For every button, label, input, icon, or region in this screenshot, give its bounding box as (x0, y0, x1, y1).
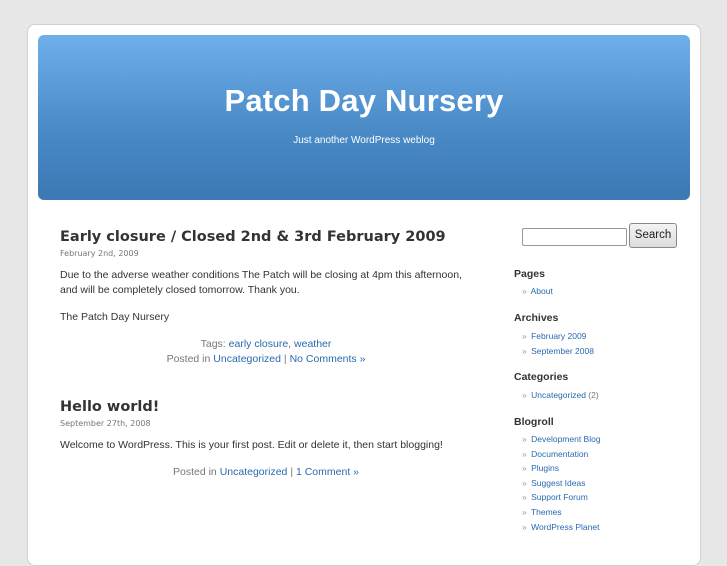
bullet: » (522, 506, 527, 517)
category-link[interactable]: Uncategorized (220, 466, 288, 478)
meta-separator: | (281, 353, 290, 365)
list-item: » Themes (522, 505, 601, 520)
post-tags: Tags: early closure, weather (60, 337, 472, 352)
list-item: » Uncategorized (2) (522, 388, 599, 403)
blogroll-link[interactable]: Plugins (531, 463, 559, 473)
bullet: » (522, 492, 527, 503)
blogroll-link[interactable]: Development Blog (531, 434, 600, 444)
posted-in-label: Posted in (166, 353, 214, 365)
widget-title-archives: Archives (514, 312, 559, 324)
blogroll-link[interactable]: WordPress Planet (531, 522, 599, 532)
page-link-about[interactable]: About (531, 286, 553, 296)
post-title-link[interactable]: Early closure / Closed 2nd & 3rd Februar… (60, 229, 446, 245)
page-container: Patch Day Nursery Just another WordPress… (27, 24, 701, 566)
archives-list: » February 2009 » September 2008 (522, 329, 594, 358)
post-content: Due to the adverse weather conditions Th… (60, 268, 472, 325)
comments-link[interactable]: 1 Comment » (296, 466, 359, 478)
list-item: » About (522, 284, 553, 299)
list-item: » WordPress Planet (522, 520, 601, 535)
bullet: » (522, 331, 527, 341)
post-date: February 2nd, 2009 (60, 249, 139, 258)
blog-header: Patch Day Nursery Just another WordPress… (38, 35, 690, 200)
tag-link[interactable]: early closure (229, 338, 289, 350)
post-footer: Posted in Uncategorized | No Comments » (60, 352, 472, 367)
category-link[interactable]: Uncategorized (213, 353, 281, 365)
post-paragraph: Welcome to WordPress. This is your first… (60, 439, 443, 451)
category-link[interactable]: Uncategorized (531, 390, 586, 400)
bullet: » (522, 521, 527, 532)
tags-label: Tags: (200, 338, 229, 350)
post-date: September 27th, 2008 (60, 419, 151, 428)
bullet: » (522, 448, 527, 459)
bullet: » (522, 390, 527, 400)
post-title-link[interactable]: Hello world! (60, 399, 159, 415)
blogroll-list: » Development Blog » Documentation » Plu… (522, 432, 601, 534)
search-button[interactable]: Search (629, 223, 677, 248)
tag-link[interactable]: weather (294, 338, 331, 350)
post-early-closure: Early closure / Closed 2nd & 3rd Februar… (60, 228, 472, 367)
list-item: » February 2009 (522, 329, 594, 344)
blogroll-link[interactable]: Documentation (531, 449, 588, 459)
bullet: » (522, 286, 527, 296)
list-item: » Documentation (522, 447, 601, 462)
list-item: » Support Forum (522, 490, 601, 505)
post-hello-world: Hello world! September 27th, 2008 Welcom… (60, 398, 472, 480)
pages-list: » About (522, 284, 553, 299)
widget-title-pages: Pages (514, 268, 545, 280)
list-item: » Plugins (522, 461, 601, 476)
blog-title-link[interactable]: Patch Day Nursery (38, 83, 690, 119)
post-paragraph: The Patch Day Nursery (60, 311, 170, 323)
list-item: » Suggest Ideas (522, 476, 601, 491)
bullet: » (522, 463, 527, 474)
blogroll-link[interactable]: Support Forum (531, 492, 588, 502)
post-paragraph: Due to the adverse weather conditions Th… (60, 269, 462, 296)
search-input[interactable] (522, 228, 627, 246)
meta-separator: | (287, 466, 296, 478)
widget-title-categories: Categories (514, 371, 569, 383)
post-meta: Tags: early closure, weather Posted in U… (60, 337, 472, 367)
archive-link[interactable]: February 2009 (531, 331, 586, 341)
posted-in-label: Posted in (172, 466, 220, 478)
widget-title-blogroll: Blogroll (514, 416, 554, 428)
post-title: Early closure / Closed 2nd & 3rd Februar… (60, 228, 472, 246)
list-item: » Development Blog (522, 432, 601, 447)
categories-list: » Uncategorized (2) (522, 388, 599, 403)
category-count: (2) (588, 390, 599, 400)
archive-link[interactable]: September 2008 (531, 346, 594, 356)
blog-description: Just another WordPress weblog (293, 135, 435, 146)
list-item: » September 2008 (522, 344, 594, 359)
bullet: » (522, 434, 527, 444)
post-title: Hello world! (60, 398, 472, 416)
comments-link[interactable]: No Comments » (290, 353, 366, 365)
post-footer: Posted in Uncategorized | 1 Comment » (60, 465, 472, 480)
bullet: » (522, 477, 527, 488)
bullet: » (522, 345, 527, 356)
blogroll-link[interactable]: Suggest Ideas (531, 478, 585, 488)
post-meta: Posted in Uncategorized | 1 Comment » (60, 465, 472, 480)
blogroll-link[interactable]: Themes (531, 507, 562, 517)
post-content: Welcome to WordPress. This is your first… (60, 438, 472, 453)
